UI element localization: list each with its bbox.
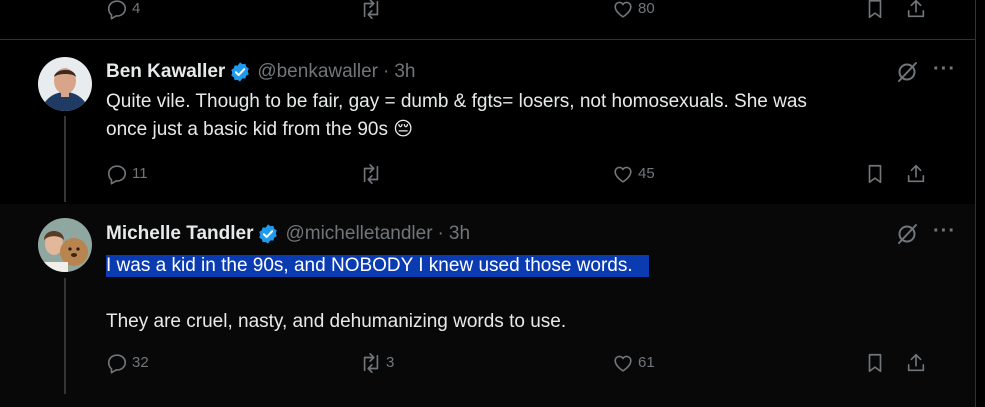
retweet-count: 3: [386, 354, 395, 371]
bookmark-icon: [868, 353, 882, 373]
selected-text: I was a kid in the 90s, and NOBODY I kne…: [106, 255, 649, 277]
bookmark-button[interactable]: [864, 352, 886, 374]
tweet-text-line: Quite vile. Though to be fair, gay = dum…: [106, 91, 807, 112]
reply-button[interactable]: 11: [106, 163, 148, 185]
tweet-header: Ben Kawaller @benkawaller · 3h: [106, 61, 415, 83]
bookmark-icon: [868, 164, 882, 184]
reply-count: 32: [132, 354, 149, 371]
tweet-header: Michelle Tandler @michelletandler · 3h: [106, 223, 470, 245]
like-count: 45: [638, 165, 655, 182]
tweet-text-line: once just a basic kid from the 90s 😔: [106, 119, 414, 140]
share-icon: [907, 164, 925, 183]
retweet-icon: [363, 353, 379, 373]
author-handle[interactable]: @benkawaller: [257, 61, 378, 83]
reply-button[interactable]: 32: [106, 352, 149, 374]
like-count: 61: [638, 354, 655, 371]
author-name[interactable]: Ben Kawaller: [106, 61, 225, 83]
bookmark-button[interactable]: [864, 163, 886, 185]
like-icon: [614, 355, 632, 372]
author-handle[interactable]: @michelletandler: [285, 223, 432, 245]
author-name[interactable]: Michelle Tandler: [106, 223, 253, 245]
bookmark-button[interactable]: [864, 0, 886, 20]
tweet-timestamp[interactable]: 3h: [449, 223, 470, 245]
separator-dot: ·: [383, 61, 390, 82]
reply-icon: [107, 165, 127, 185]
share-button[interactable]: [905, 352, 927, 374]
like-count: 80: [638, 0, 655, 17]
more-icon[interactable]: ···: [933, 220, 956, 243]
reply-icon: [107, 354, 127, 374]
separator-dot: ·: [437, 223, 444, 244]
tweet-timestamp[interactable]: 3h: [394, 61, 415, 83]
share-icon: [907, 0, 925, 18]
thread-line: [64, 116, 66, 202]
verified-badge-icon: [259, 224, 278, 244]
timeline-border: [975, 0, 976, 407]
share-button[interactable]: [905, 163, 927, 185]
like-button[interactable]: 45: [612, 163, 655, 185]
tweet-divider: [0, 39, 975, 40]
reply-count: 4: [132, 0, 141, 17]
share-icon: [907, 353, 925, 372]
retweet-button[interactable]: [360, 0, 382, 20]
like-button[interactable]: 80: [612, 0, 655, 20]
thread-line: [64, 278, 66, 394]
bookmark-icon: [868, 0, 882, 19]
retweet-button[interactable]: [360, 163, 382, 185]
grok-icon[interactable]: [895, 222, 919, 246]
verified-badge-icon: [231, 62, 250, 82]
like-icon: [614, 1, 632, 18]
tweet-text: I was a kid in the 90s, and NOBODY I kne…: [106, 252, 649, 280]
like-button[interactable]: 61: [612, 352, 655, 374]
reply-button[interactable]: 4: [106, 0, 140, 20]
retweet-button[interactable]: 3: [360, 352, 394, 374]
share-button[interactable]: [905, 0, 927, 20]
tweet-text: Quite vile. Though to be fair, gay = dum…: [106, 88, 807, 144]
retweet-icon: [363, 0, 379, 19]
tweet-text-paragraph: They are cruel, nasty, and dehumanizing …: [106, 311, 567, 332]
reply-count: 11: [132, 165, 148, 182]
grok-icon[interactable]: [895, 60, 919, 84]
avatar[interactable]: [38, 218, 92, 272]
retweet-icon: [363, 164, 379, 184]
like-icon: [614, 166, 632, 183]
more-icon[interactable]: ···: [933, 58, 956, 81]
reply-icon: [107, 0, 127, 20]
avatar[interactable]: [38, 57, 92, 111]
